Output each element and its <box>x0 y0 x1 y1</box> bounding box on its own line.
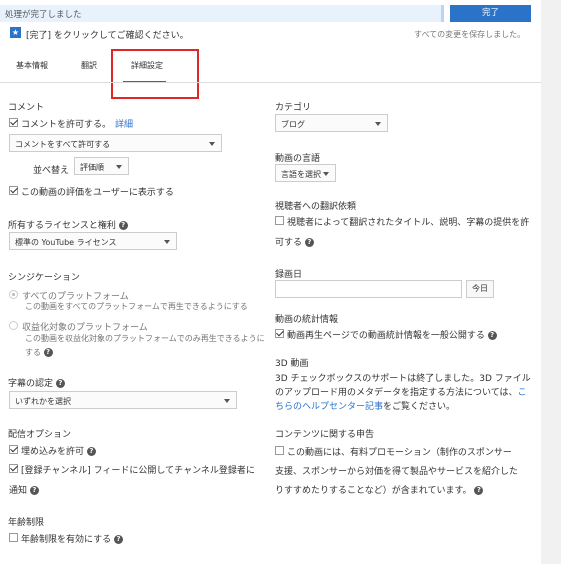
license-value: 標準の YouTube ライセンス <box>15 238 117 247</box>
sort-label: 並べ替え <box>33 166 70 176</box>
all-platforms-desc: この動画をすべてのプラットフォームで再生できるようにする <box>25 302 248 311</box>
age-restriction-checkbox[interactable] <box>9 533 18 542</box>
captions-heading-text: 字幕の認定 <box>8 379 54 389</box>
help-icon[interactable]: ? <box>29 486 39 495</box>
today-button[interactable]: 今日 <box>466 280 494 298</box>
help-icon[interactable]: ? <box>113 535 123 544</box>
show-ratings-label: この動画の評価をユーザーに表示する <box>21 188 174 198</box>
recording-date-heading: 録画日 <box>275 270 303 280</box>
captions-heading: 字幕の認定 ? <box>8 376 65 389</box>
public-stats-label-text: 動画再生ページでの動画統計情報を一般公開する <box>287 331 485 341</box>
help-icon[interactable]: ? <box>304 238 314 247</box>
tabs-divider <box>0 82 541 83</box>
done-button[interactable]: 完了 <box>450 5 531 22</box>
category-heading: カテゴリ <box>275 103 312 113</box>
saved-status: すべての変更を保存しました。 <box>414 30 526 39</box>
comments-permission-value: コメントをすべて許可する <box>15 140 111 149</box>
help-icon[interactable]: ? <box>86 447 96 456</box>
monetized-platforms-radio[interactable] <box>9 321 18 330</box>
monetized-platforms-label: 収益化対象のプラットフォーム <box>22 323 148 333</box>
tab-basic-info[interactable]: 基本情報 <box>16 60 48 71</box>
threed-line-2: のアップロード用のメタデータを指定する方法については、こ <box>275 385 527 398</box>
translation-heading: 視聴者への翻訳依頼 <box>275 202 357 212</box>
help-icon[interactable]: ? <box>487 331 497 340</box>
category-select[interactable]: ブログ <box>275 114 388 132</box>
notify-subscribers-checkbox[interactable] <box>9 464 18 473</box>
license-heading-text: 所有するライセンスと権利 <box>8 221 116 231</box>
threed-line-3-text: をご覧ください。 <box>383 402 456 412</box>
captions-value: いずれかを選択 <box>15 397 71 406</box>
distribution-heading: 配信オプション <box>8 430 72 440</box>
monetized-platforms-desc: この動画を収益化対象のプラットフォームでのみ再生できるように <box>25 334 265 343</box>
sort-value: 評価順 <box>80 163 104 172</box>
comments-details-link[interactable]: 詳細 <box>115 117 133 130</box>
star-icon: ★ <box>10 27 21 38</box>
category-value: ブログ <box>281 120 305 129</box>
public-stats-checkbox[interactable] <box>275 329 284 338</box>
allow-embed-label-text: 埋め込みを許可 <box>21 447 85 457</box>
show-ratings-checkbox[interactable] <box>9 186 18 195</box>
all-platforms-radio[interactable] <box>9 290 18 299</box>
help-center-link-start[interactable]: こ <box>518 388 527 398</box>
content-declaration-heading: コンテンツに関する申告 <box>275 430 375 440</box>
allow-comments-label: コメントを許可する。 <box>21 120 112 130</box>
language-select[interactable]: 言語を選択 <box>275 164 336 182</box>
paid-promotion-checkbox[interactable] <box>275 446 284 455</box>
monetized-platforms-desc-2: する ? <box>25 347 53 358</box>
language-value: 言語を選択 <box>281 170 321 179</box>
processing-status-bar: 処理が完了しました <box>0 5 444 22</box>
monetized-platforms-desc-2-text: する <box>25 348 41 357</box>
help-icon[interactable]: ? <box>474 486 484 495</box>
help-icon[interactable]: ? <box>55 379 65 388</box>
paid-promotion-label-3-text: りすすめたりすることなど）が含まれています。 <box>275 486 472 496</box>
chevron-down-icon <box>116 165 122 169</box>
recording-date-input[interactable] <box>275 280 462 298</box>
done-instruction: [完了] をクリックしてご確認ください。 <box>26 31 189 41</box>
threed-line-3: ちらのヘルプセンター記事をご覧ください。 <box>275 399 455 412</box>
threed-line-2-text: のアップロード用のメタデータを指定する方法については、 <box>275 388 518 398</box>
comments-heading: コメント <box>8 103 45 113</box>
help-icon[interactable]: ? <box>43 348 53 357</box>
comments-permission-select[interactable]: コメントをすべて許可する <box>9 134 222 152</box>
allow-embed-label: 埋め込みを許可 ? <box>21 444 96 457</box>
allow-translation-label: 視聴者によって翻訳されたタイトル、説明、字幕の提供を許 <box>287 218 530 228</box>
allow-translation-label-2: 可する ? <box>275 235 314 248</box>
public-stats-label: 動画再生ページでの動画統計情報を一般公開する ? <box>287 328 497 341</box>
highlight-box <box>111 49 199 99</box>
notify-subscribers-label: [登録チャンネル] フィードに公開してチャンネル登録者に <box>21 466 255 476</box>
chevron-down-icon <box>224 399 230 403</box>
help-center-link[interactable]: ちらのヘルプセンター記事 <box>275 402 383 412</box>
help-icon[interactable]: ? <box>118 221 128 230</box>
processing-status-text: 処理が完了しました <box>5 10 82 20</box>
age-restriction-label: 年齢制限を有効にする ? <box>21 532 123 545</box>
paid-promotion-label-2: 支援、スポンサーから対価を得て製品やサービスを紹介した <box>275 467 519 477</box>
threed-line-1: 3D チェックボックスのサポートは終了しました。3D ファイル <box>275 374 531 384</box>
chevron-down-icon <box>375 122 381 126</box>
paid-promotion-label-3: りすすめたりすることなど）が含まれています。 ? <box>275 483 484 496</box>
threed-heading: 3D 動画 <box>275 359 309 369</box>
tab-translation[interactable]: 翻訳 <box>81 60 97 71</box>
age-restriction-label-text: 年齢制限を有効にする <box>21 535 112 545</box>
chevron-down-icon <box>209 142 215 146</box>
language-heading: 動画の言語 <box>275 154 321 164</box>
chevron-down-icon <box>323 172 329 176</box>
notify-subscribers-label-2-text: 通知 <box>9 486 28 496</box>
age-restriction-heading: 年齢制限 <box>8 518 45 528</box>
license-heading: 所有するライセンスと権利 ? <box>8 218 128 231</box>
paid-promotion-label-1: この動画には、有料プロモーション（制作のスポンサー <box>287 448 512 458</box>
syndication-heading: シンジケーション <box>8 273 80 283</box>
captions-select[interactable]: いずれかを選択 <box>9 391 237 409</box>
settings-panel: 処理が完了しました 完了 ★ [完了] をクリックしてご確認ください。 すべての… <box>0 0 541 564</box>
sort-select[interactable]: 評価順 <box>74 157 129 175</box>
allow-comments-checkbox[interactable] <box>9 118 18 127</box>
video-stats-heading: 動画の統計情報 <box>275 315 339 325</box>
license-select[interactable]: 標準の YouTube ライセンス <box>9 232 177 250</box>
allow-translation-label-2-text: 可する <box>275 238 303 248</box>
allow-embed-checkbox[interactable] <box>9 445 18 454</box>
notify-subscribers-label-2: 通知 ? <box>9 483 39 496</box>
allow-translation-checkbox[interactable] <box>275 216 284 225</box>
chevron-down-icon <box>164 240 170 244</box>
